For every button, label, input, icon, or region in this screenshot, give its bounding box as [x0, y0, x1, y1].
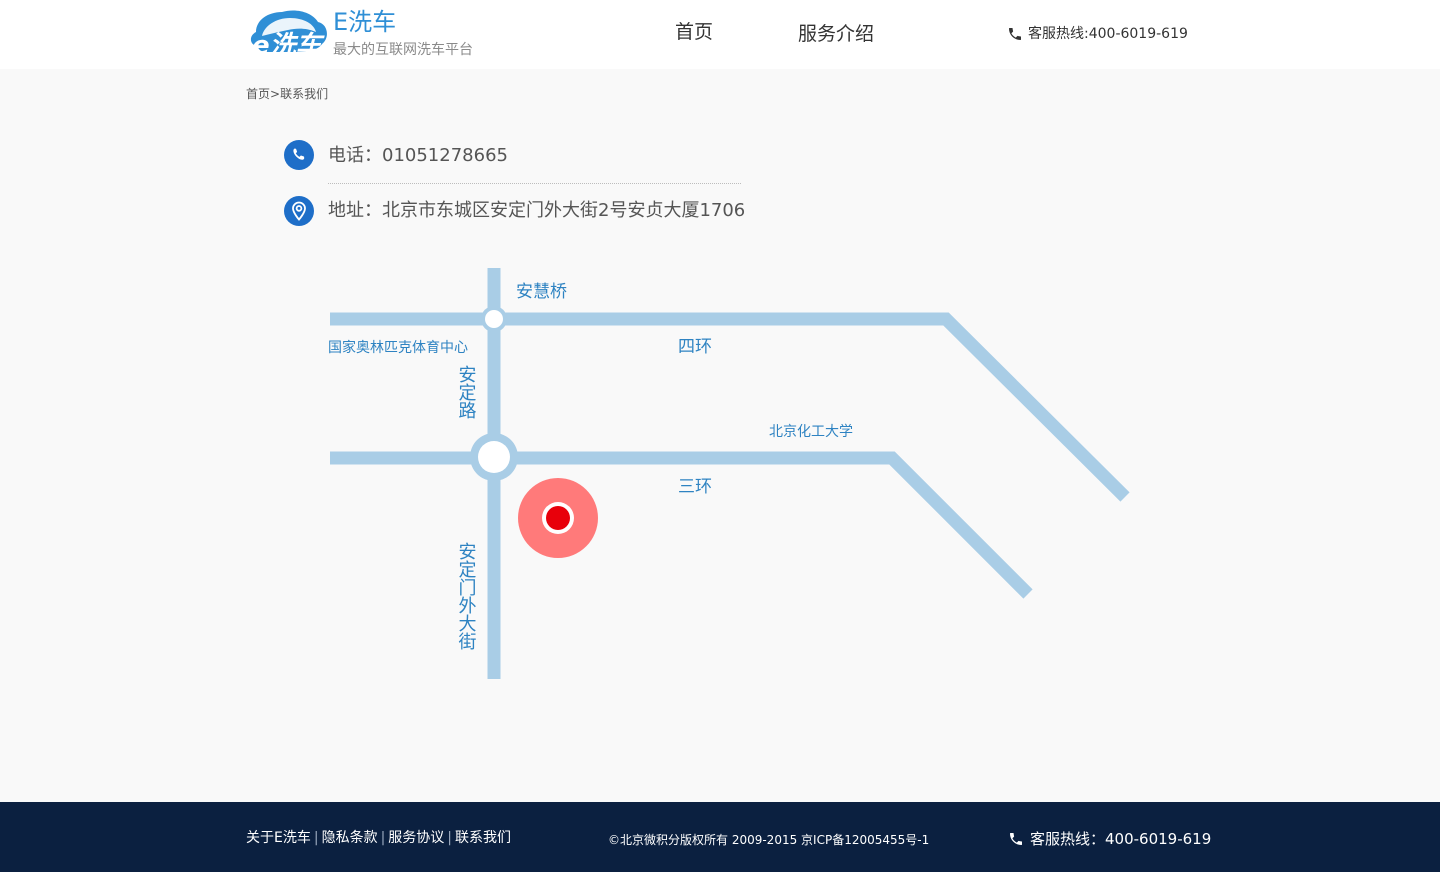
footer-copyright: ©北京微积分版权所有 2009-2015 京ICP备12005455号-1 [608, 833, 930, 847]
map-label-olympic-center: 国家奥林匹克体育中心 [328, 339, 468, 356]
map-label-andingmen-street: 安定门外大街 [456, 542, 477, 650]
map-label-fourth-ring: 四环 [678, 337, 712, 357]
footer-hotline-text: 客服热线：400-6019-619 [1030, 830, 1212, 848]
footer-hotline: 客服热线：400-6019-619 [1008, 829, 1211, 849]
footer-link-agreement[interactable]: 服务协议 [388, 830, 444, 846]
divider [328, 183, 741, 184]
map-label-anding-road: 安定路 [456, 365, 477, 419]
logo-text: e洗车 [252, 31, 326, 58]
header-hotline: 客服热线:400-6019-619 [1007, 25, 1188, 43]
brand-slogan: 最大的互联网洗车平台 [333, 42, 473, 58]
phone-icon [1009, 28, 1021, 40]
header-hotline-text: 客服热线:400-6019-619 [1028, 26, 1188, 42]
map-label-anhui-bridge: 安慧桥 [516, 282, 567, 302]
map-label-third-ring: 三环 [678, 477, 712, 497]
breadcrumb-separator: > [270, 87, 281, 101]
breadcrumb-current[interactable]: 联系我们 [280, 87, 328, 101]
footer-links: 关于E洗车 | 隐私条款 | 服务协议 | 联系我们 [246, 829, 511, 847]
footer-link-contact[interactable]: 联系我们 [455, 830, 511, 846]
breadcrumb-home[interactable]: 首页 [246, 87, 270, 101]
footer-link-privacy[interactable]: 隐私条款 [322, 830, 378, 846]
phone-icon [1010, 833, 1022, 845]
contact-phone: 电话：01051278665 [328, 145, 508, 166]
header: e洗车 E洗车 最大的互联网洗车平台 首页 服务介绍 客服热线:400-6019… [0, 0, 1440, 69]
logo-icon[interactable]: e洗车 [248, 6, 330, 58]
nav-service-intro[interactable]: 服务介绍 [798, 22, 874, 46]
footer-separator: | [313, 830, 319, 846]
phone-circle-icon [284, 140, 314, 170]
brand-name: E洗车 [333, 8, 397, 36]
contact-address: 地址：北京市东城区安定门外大街2号安贞大厦1706 [328, 200, 746, 221]
location-pin-icon [284, 196, 314, 226]
nav-home[interactable]: 首页 [675, 20, 713, 44]
map-label-university: 北京化工大学 [769, 424, 853, 440]
breadcrumb: 首页>联系我们 [246, 86, 328, 102]
location-map: 安慧桥 国家奥林匹克体育中心 四环 安定路 北京化工大学 三环 安定门外大街 [328, 268, 1130, 679]
footer-separator: | [380, 830, 386, 846]
footer-separator: | [447, 830, 453, 846]
map-location-dot [546, 506, 570, 530]
footer-link-about[interactable]: 关于E洗车 [246, 830, 311, 846]
